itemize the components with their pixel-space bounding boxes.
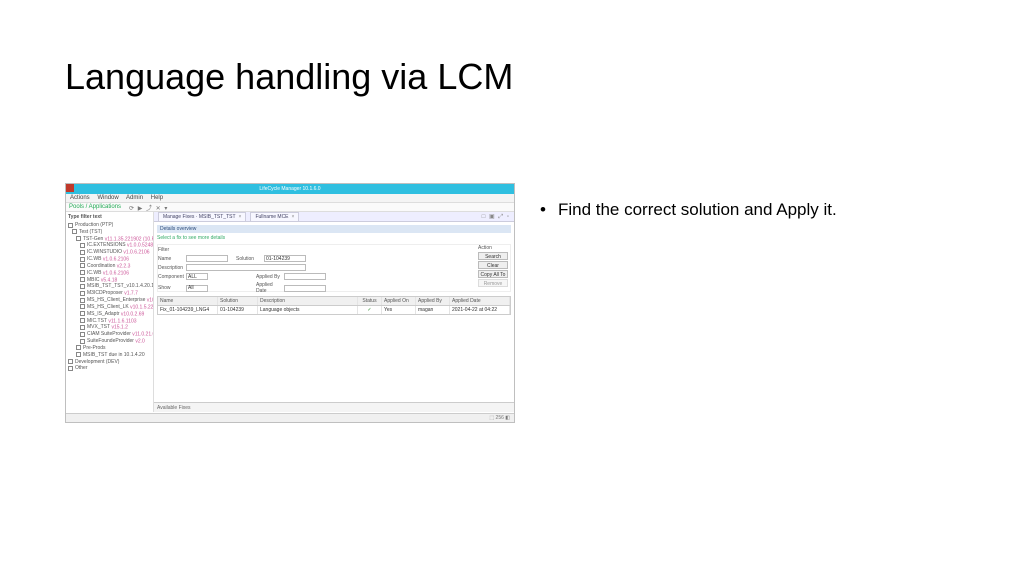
tab-fullname[interactable]: Fullname MCE bbox=[250, 212, 299, 221]
sidebar-tree[interactable]: Type filter text Production (PTP) Test (… bbox=[66, 212, 154, 412]
tree-item[interactable]: MVX_TST v15.1.2 bbox=[68, 324, 151, 330]
appliedby-label: Applied By bbox=[256, 274, 284, 280]
tree-other[interactable]: Other bbox=[68, 365, 151, 371]
solution-label: Solution bbox=[236, 256, 264, 262]
cell-appliedon: Yes bbox=[382, 306, 416, 314]
menu-actions[interactable]: Actions bbox=[70, 195, 90, 201]
grid-header: Name Solution Description Status Applied… bbox=[158, 297, 510, 306]
app-icon bbox=[66, 184, 74, 192]
description-label: Description bbox=[158, 265, 186, 271]
col-description[interactable]: Description bbox=[258, 297, 358, 305]
cell-applieddate: 2021-04-22 at 04:22 bbox=[450, 306, 510, 314]
toolbar-label: Pools / Applications bbox=[69, 204, 121, 210]
tabbar: Manage Fixes · MSIB_TST_TST Fullname MCE… bbox=[154, 212, 514, 222]
component-label: Component bbox=[158, 274, 186, 280]
tree-dev[interactable]: Development (DEV) bbox=[68, 359, 151, 365]
component-select[interactable]: ALL bbox=[186, 273, 208, 280]
tree-item[interactable]: Pre-Prods bbox=[68, 345, 151, 351]
show-select[interactable]: All bbox=[186, 285, 208, 292]
app-titlebar: LifeCycle Manager 10.1.6.0 bbox=[66, 184, 514, 194]
menu-help[interactable]: Help bbox=[151, 195, 163, 201]
slide-title: Language handling via LCM bbox=[65, 56, 513, 98]
tree-item[interactable]: MBIC v5.4.18 bbox=[68, 277, 151, 283]
action-header: Action bbox=[478, 245, 508, 251]
statusbar: ⬚ 256 ◧ bbox=[66, 413, 514, 422]
screenshot-lcm: LifeCycle Manager 10.1.6.0 Actions Windo… bbox=[65, 183, 515, 423]
tree-item[interactable]: IC.WB v1.0.6.2106 bbox=[68, 270, 151, 276]
tree-item[interactable]: M3ICDProposer v1.7.7 bbox=[68, 290, 151, 296]
col-applieddate[interactable]: Applied Date bbox=[450, 297, 510, 305]
col-appliedby[interactable]: Applied By bbox=[416, 297, 450, 305]
tree-item[interactable]: IC.WB v1.0.6.2106 bbox=[68, 256, 151, 262]
tree-item[interactable]: IC.EXTENSIONS v1.0.0.5248 bbox=[68, 242, 151, 248]
tree-item[interactable]: MS_HS_Client_LK v10.1.5.225 bbox=[68, 304, 151, 310]
cell-description: Language objects bbox=[258, 306, 358, 314]
table-row[interactable]: Fix_01-104239_LNG4 01-104239 Language ob… bbox=[158, 306, 510, 314]
toolbar-icons[interactable]: ⟳ ▶ ⤴ ✕ ▾ bbox=[129, 203, 168, 212]
tree-item[interactable]: MS_HS_Client_Enterprise v10.1.5.225 bbox=[68, 297, 151, 303]
name-label: Name bbox=[158, 256, 186, 262]
tree-item[interactable]: SuiteFoundeProvider v2.0 bbox=[68, 338, 151, 344]
app-title: LifeCycle Manager 10.1.6.0 bbox=[259, 186, 320, 192]
tree-filter-label: Type filter text bbox=[68, 214, 151, 220]
description-input[interactable] bbox=[186, 264, 306, 271]
tree-item[interactable]: MSIB_TST_TST_v10.1.4.20.1 bbox=[68, 283, 151, 289]
tree-item[interactable]: MSIB_TST due in 10.1.4.20 bbox=[68, 352, 151, 358]
applieddate-label: Applied Date bbox=[256, 282, 284, 294]
action-column: Action Search Clear Copy All To Remove bbox=[478, 245, 508, 288]
solution-input[interactable]: 01-104239 bbox=[264, 255, 306, 262]
bullet-dot: • bbox=[540, 200, 546, 220]
tree-root[interactable]: Production (PTP) bbox=[68, 222, 151, 228]
tree-item[interactable]: MS_IS_Adaptr v10.0.2.69 bbox=[68, 311, 151, 317]
tree-item[interactable]: MIC.TST v11.1.6.1103 bbox=[68, 318, 151, 324]
cell-solution: 01-104239 bbox=[218, 306, 258, 314]
menu-window[interactable]: Window bbox=[97, 195, 118, 201]
remove-button[interactable]: Remove bbox=[478, 279, 508, 287]
available-fixes-bar[interactable]: Available Fixes bbox=[154, 402, 514, 412]
bullet-text: Find the correct solution and Apply it. bbox=[558, 200, 837, 220]
appliedby-input[interactable] bbox=[284, 273, 326, 280]
tab-window-icons[interactable]: □ ▣ ⤢ ▫ bbox=[482, 213, 510, 221]
panel-hint: Select a fix to see more details bbox=[157, 235, 511, 241]
show-label: Show bbox=[158, 285, 186, 291]
menu-admin[interactable]: Admin bbox=[126, 195, 143, 201]
copyallto-button[interactable]: Copy All To bbox=[478, 270, 508, 278]
col-appliedon[interactable]: Applied On bbox=[382, 297, 416, 305]
tree-root-sub[interactable]: Test (TST) bbox=[68, 229, 151, 235]
tree-item[interactable]: IC.WINSTUDIO v1.0.6.2106 bbox=[68, 249, 151, 255]
tree-item[interactable]: Coordination v2.2.3 bbox=[68, 263, 151, 269]
filter-label: Filter bbox=[158, 247, 186, 253]
bullet-list: • Find the correct solution and Apply it… bbox=[540, 200, 960, 220]
col-status[interactable]: Status bbox=[358, 297, 382, 305]
search-button[interactable]: Search bbox=[478, 252, 508, 260]
main-area: Manage Fixes · MSIB_TST_TST Fullname MCE… bbox=[154, 212, 514, 412]
cell-name: Fix_01-104239_LNG4 bbox=[158, 306, 218, 314]
name-input[interactable] bbox=[186, 255, 228, 262]
cell-status: ✓ bbox=[358, 306, 382, 314]
bullet-item: • Find the correct solution and Apply it… bbox=[540, 200, 960, 220]
clear-button[interactable]: Clear bbox=[478, 261, 508, 269]
col-name[interactable]: Name bbox=[158, 297, 218, 305]
panel: Details overview Select a fix to see mor… bbox=[154, 222, 514, 412]
toolbar: Pools / Applications ⟳ ▶ ⤴ ✕ ▾ bbox=[66, 203, 514, 212]
tree-item[interactable]: CIAM SuiteProvider v11.0.21.045 [2021-10… bbox=[68, 331, 151, 337]
section-header: Details overview bbox=[157, 225, 511, 233]
applieddate-input[interactable] bbox=[284, 285, 326, 292]
tree-item[interactable]: TST-Gen v11.1.35.221902 (10.François) bbox=[68, 236, 151, 242]
filter-form: Filter Name Solution 01-104239 Descripti… bbox=[157, 244, 511, 292]
col-solution[interactable]: Solution bbox=[218, 297, 258, 305]
tab-manage-fixes[interactable]: Manage Fixes · MSIB_TST_TST bbox=[158, 212, 246, 221]
results-grid: Name Solution Description Status Applied… bbox=[157, 296, 511, 315]
cell-appliedby: magan bbox=[416, 306, 450, 314]
